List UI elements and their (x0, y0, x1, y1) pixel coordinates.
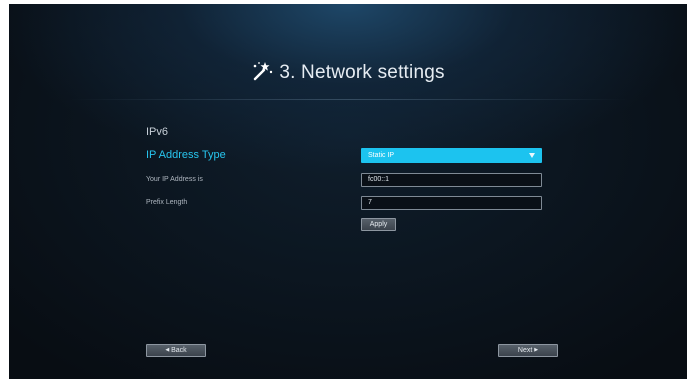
ip-address-type-value: Static IP (368, 152, 395, 159)
prefix-length-field[interactable]: 7 (361, 196, 542, 210)
title-divider (69, 99, 629, 100)
chevron-down-icon (529, 153, 535, 158)
triangle-left-icon: ◀ (165, 347, 170, 353)
ip-address-field[interactable]: fc00::1 (361, 173, 542, 187)
back-button[interactable]: ◀ Back (146, 344, 206, 357)
next-button-label: Next (517, 347, 533, 354)
ip-address-type-label: IP Address Type (146, 149, 226, 161)
ip-address-type-select[interactable]: Static IP (361, 148, 542, 163)
page-title: 3. Network settings (279, 62, 445, 83)
page-title-row: 3. Network settings (9, 61, 687, 87)
setup-screen: 3. Network settings IPv6 IP Address Type… (9, 4, 687, 379)
triangle-right-icon: ▶ (534, 347, 539, 353)
apply-button[interactable]: Apply (361, 218, 396, 231)
ip-address-label: Your IP Address is (146, 176, 203, 183)
prefix-length-label: Prefix Length (146, 199, 188, 206)
next-button[interactable]: Next ▶ (498, 344, 558, 357)
back-button-label: Back (171, 347, 187, 354)
section-label-ipv6: IPv6 (146, 126, 169, 138)
magic-wand-icon (251, 61, 273, 87)
